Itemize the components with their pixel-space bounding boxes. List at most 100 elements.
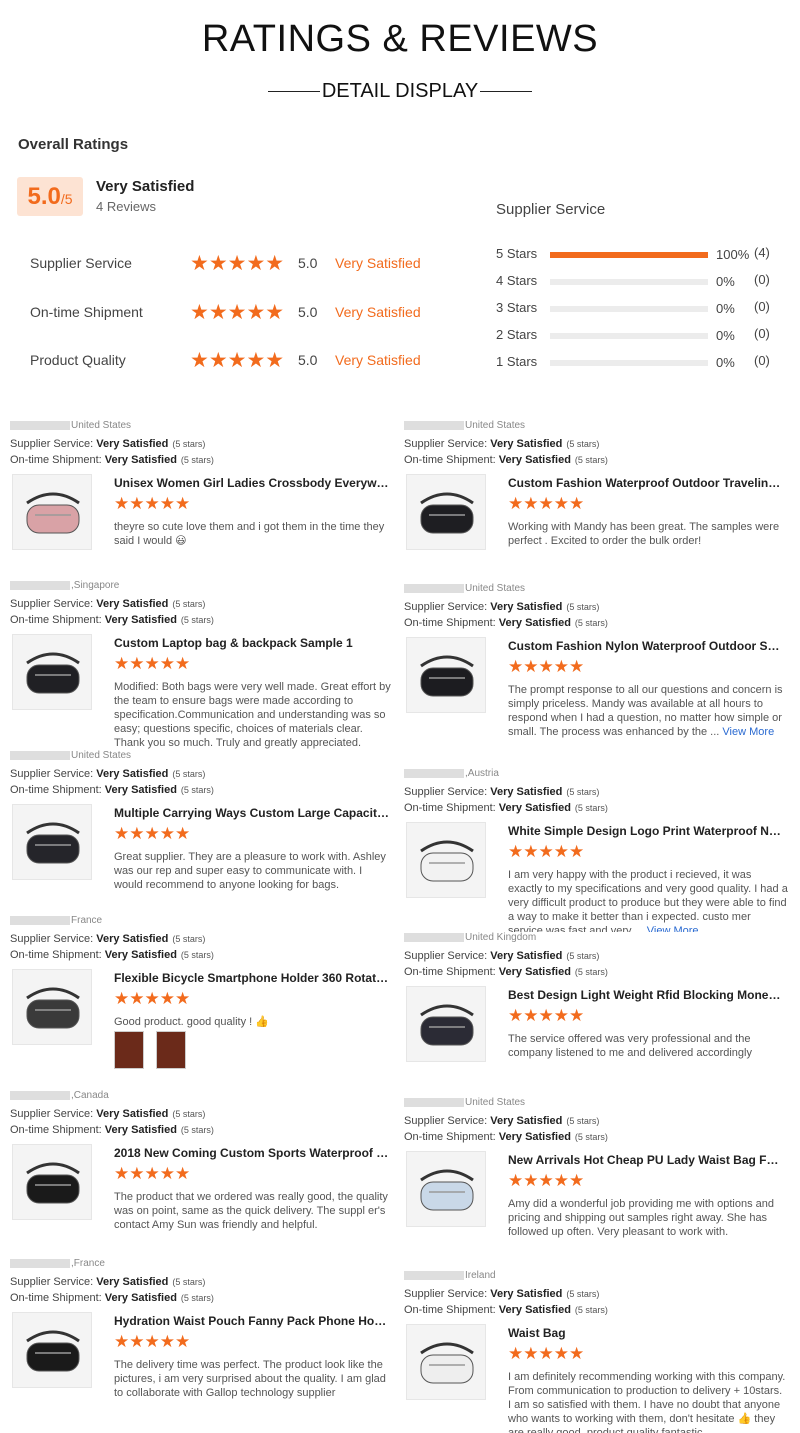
ontime-shipment-label: On-time Shipment: xyxy=(10,949,102,961)
view-more-link[interactable]: View More xyxy=(722,726,774,738)
reviewer-country: United States xyxy=(71,750,132,761)
product-thumbnail[interactable] xyxy=(406,822,486,898)
metric-text: Very Satisfied xyxy=(335,304,421,320)
product-thumbnail[interactable] xyxy=(406,986,486,1062)
reviewer-country: ,Singapore xyxy=(71,580,120,591)
distribution-row: 2 Stars 0% (0) xyxy=(496,326,786,344)
ontime-shipment-line: On-time Shipment: Very Satisfied (5 stars… xyxy=(10,1292,400,1304)
product-thumbnail[interactable] xyxy=(12,1312,92,1388)
product-title-link[interactable]: Waist Bag xyxy=(508,1326,783,1340)
supplier-service-label: Supplier Service: xyxy=(404,1115,488,1127)
review-card: ,Canada Supplier Service: Very Satisfied(… xyxy=(10,1090,400,1231)
distribution-bar xyxy=(550,279,708,285)
review-text-content: The product that we ordered was really g… xyxy=(114,1191,388,1231)
page-title: RATINGS & REVIEWS xyxy=(201,18,599,60)
product-title-link[interactable]: New Arrivals Hot Cheap PU Lady Waist Bag… xyxy=(508,1153,783,1167)
reviewer-country: ,Canada xyxy=(71,1090,109,1101)
bag-icon xyxy=(420,1342,474,1384)
product-title-link[interactable]: Custom Fashion Waterproof Outdoor Travel… xyxy=(508,476,783,490)
reviewer-location: United States xyxy=(10,750,400,764)
stars-count: (5 stars) xyxy=(574,803,608,813)
distribution-label: 1 Stars xyxy=(496,354,538,369)
product-thumbnail[interactable] xyxy=(12,969,92,1045)
reviewer-location: ,Canada xyxy=(10,1090,400,1104)
ontime-shipment-line: On-time Shipment: Very Satisfied (5 stars… xyxy=(10,784,400,796)
review-photo[interactable] xyxy=(156,1031,186,1069)
product-title-link[interactable]: Multiple Carrying Ways Custom Large Capa… xyxy=(114,806,389,820)
product-thumbnail[interactable] xyxy=(406,1324,486,1400)
stars-count: (5 stars) xyxy=(180,615,214,625)
reviewer-location: United States xyxy=(404,583,794,597)
ontime-shipment-value: Very Satisfied xyxy=(104,614,177,626)
product-thumbnail[interactable] xyxy=(12,1144,92,1220)
stars-count: (5 stars) xyxy=(180,1293,214,1303)
product-thumbnail[interactable] xyxy=(406,1151,486,1227)
product-thumbnail[interactable] xyxy=(12,474,92,550)
reviewer-name-blurred xyxy=(404,932,464,942)
distribution-percent: 0% xyxy=(716,301,735,316)
supplier-service-value: Very Satisfied xyxy=(96,598,169,610)
review-photo[interactable] xyxy=(114,1031,144,1069)
distribution-count: (0) xyxy=(754,299,770,314)
stars-count: (5 stars) xyxy=(566,951,600,961)
reviewer-location: United States xyxy=(404,1097,794,1111)
product-title-link[interactable]: Unisex Women Girl Ladies Crossbody Every… xyxy=(114,476,389,490)
product-thumbnail[interactable] xyxy=(406,474,486,550)
distribution-percent: 0% xyxy=(716,274,735,289)
reviewer-name-blurred xyxy=(404,583,464,593)
review-text: The prompt response to all our questions… xyxy=(508,683,788,739)
distribution-count: (0) xyxy=(754,326,770,341)
review-body: Best Design Light Weight Rfid Blocking M… xyxy=(404,986,794,1072)
reviewer-location: United Kingdom xyxy=(404,932,794,946)
review-text-content: I am definitely recommending working wit… xyxy=(508,1371,786,1433)
stars-count: (5 stars) xyxy=(180,455,214,465)
metric-text: Very Satisfied xyxy=(335,255,421,271)
ontime-shipment-label: On-time Shipment: xyxy=(10,614,102,626)
review-text-content: theyre so cute love them and i got them … xyxy=(114,521,385,547)
supplier-service-line: Supplier Service: Very Satisfied (5 stars… xyxy=(404,1115,794,1127)
review-text: theyre so cute love them and i got them … xyxy=(114,520,394,548)
supplier-service-value: Very Satisfied xyxy=(490,786,563,798)
product-title-link[interactable]: Flexible Bicycle Smartphone Holder 360 R… xyxy=(114,971,389,985)
overall-label: Very Satisfied xyxy=(96,178,195,195)
product-thumbnail[interactable] xyxy=(12,804,92,880)
product-title-link[interactable]: Best Design Light Weight Rfid Blocking M… xyxy=(508,988,783,1002)
review-card: United States Supplier Service: Very Sati… xyxy=(404,420,794,560)
product-title-link[interactable]: Hydration Waist Pouch Fanny Pack Phone H… xyxy=(114,1314,389,1328)
reviewer-location: United States xyxy=(10,420,400,434)
product-thumbnail[interactable] xyxy=(406,637,486,713)
stars-count: (5 stars) xyxy=(172,1277,206,1287)
reviewer-country: ,Austria xyxy=(465,768,499,779)
distribution-bar xyxy=(550,360,708,366)
ontime-shipment-line: On-time Shipment: Very Satisfied (5 stars… xyxy=(10,1124,400,1136)
bag-icon xyxy=(26,1162,80,1204)
bag-icon xyxy=(26,822,80,864)
stars-count: (5 stars) xyxy=(574,1132,608,1142)
ontime-shipment-value: Very Satisfied xyxy=(104,1124,177,1136)
product-title-link[interactable]: White Simple Design Logo Print Waterproo… xyxy=(508,824,783,838)
supplier-service-value: Very Satisfied xyxy=(490,1115,563,1127)
metric-score: 5.0 xyxy=(298,255,318,271)
review-body: Custom Laptop bag & backpack Sample 1 ★★★… xyxy=(10,634,400,749)
reviewer-location: Ireland xyxy=(404,1270,794,1284)
reviewer-name-blurred xyxy=(10,1258,70,1268)
reviewer-location: ,France xyxy=(10,1258,400,1272)
star-rating: ★★★★★ xyxy=(190,252,285,275)
distribution-row: 3 Stars 0% (0) xyxy=(496,299,786,317)
ontime-shipment-value: Very Satisfied xyxy=(104,949,177,961)
stars-count: (5 stars) xyxy=(172,599,206,609)
star-rating: ★★★★★ xyxy=(508,657,585,676)
review-photos xyxy=(114,1031,198,1074)
score-value: 5.0 xyxy=(27,183,61,210)
product-title-link[interactable]: 2018 New Coming Custom Sports Waterproof… xyxy=(114,1146,389,1160)
bag-icon xyxy=(420,492,474,534)
product-title-link[interactable]: Custom Fashion Nylon Waterproof Outdoor … xyxy=(508,639,783,653)
supplier-service-value: Very Satisfied xyxy=(96,768,169,780)
star-rating: ★★★★★ xyxy=(190,349,285,372)
star-rating: ★★★★★ xyxy=(508,1006,585,1025)
product-thumbnail[interactable] xyxy=(12,634,92,710)
reviewer-name-blurred xyxy=(10,915,70,925)
product-title-link[interactable]: Custom Laptop bag & backpack Sample 1 xyxy=(114,636,389,650)
reviewer-name-blurred xyxy=(404,1097,464,1107)
ontime-shipment-value: Very Satisfied xyxy=(498,802,571,814)
